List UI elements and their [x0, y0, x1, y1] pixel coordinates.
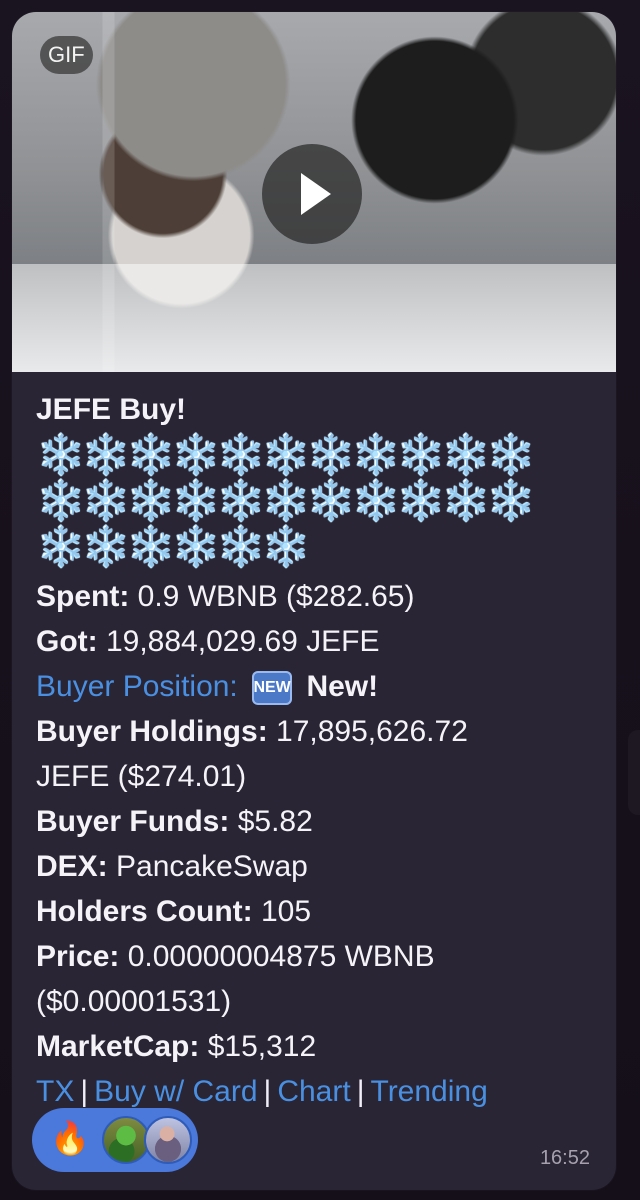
snowflake-icon: ❄️: [216, 479, 266, 523]
price-row-1: Price: 0.00000004875 WBNB: [36, 934, 592, 979]
avatar-person-icon: [144, 1116, 192, 1164]
buyer-holdings-value-line-1: 17,895,626.72: [267, 715, 468, 748]
snowflake-icon: ❄️: [396, 433, 446, 477]
snowflake-row-3: ❄️ ❄️ ❄️ ❄️ ❄️ ❄️: [36, 524, 576, 570]
tx-link[interactable]: TX: [36, 1075, 74, 1108]
got-value: 19,884,029.69 JEFE: [97, 625, 380, 658]
price-row-2: ($0.00001531): [36, 979, 592, 1024]
snowflake-rows: ❄️ ❄️ ❄️ ❄️ ❄️ ❄️ ❄️ ❄️ ❄️ ❄️ ❄️ ❄️ ❄️ ❄…: [36, 432, 576, 570]
buyer-position-label[interactable]: Buyer Position:: [36, 670, 238, 703]
snowflake-icon: ❄️: [171, 525, 221, 569]
spent-label: Spent:: [36, 580, 130, 613]
play-icon[interactable]: [262, 144, 362, 244]
market-cap-row: MarketCap: $15,312: [36, 1024, 592, 1069]
snowflake-icon: ❄️: [126, 433, 176, 477]
snowflake-icon: ❄️: [36, 525, 86, 569]
snowflake-icon: ❄️: [261, 525, 311, 569]
snowflake-icon: ❄️: [126, 479, 176, 523]
buyer-funds-row: Buyer Funds: $5.82: [36, 799, 592, 844]
buyer-holdings-row-1: Buyer Holdings: 17,895,626.72: [36, 709, 592, 754]
avatar-green-character-icon: [102, 1116, 150, 1164]
snowflake-icon: ❄️: [81, 433, 131, 477]
holders-count-label: Holders Count:: [36, 895, 253, 928]
snowflake-icon: ❄️: [486, 479, 536, 523]
snowflake-icon: ❄️: [216, 525, 266, 569]
snowflake-icon: ❄️: [36, 479, 86, 523]
message-bubble: GIF JEFE Buy! ❄️ ❄️ ❄️ ❄️ ❄️ ❄️ ❄️ ❄️ ❄️…: [12, 12, 616, 1190]
snowflake-icon: ❄️: [261, 433, 311, 477]
reaction-chip[interactable]: 🔥: [32, 1108, 198, 1172]
price-value-line-2: ($0.00001531): [36, 985, 232, 1018]
snowflake-icon: ❄️: [486, 433, 536, 477]
message-content: JEFE Buy! ❄️ ❄️ ❄️ ❄️ ❄️ ❄️ ❄️ ❄️ ❄️ ❄️ …: [12, 372, 616, 1114]
snowflake-icon: ❄️: [441, 433, 491, 477]
fire-icon: 🔥: [50, 1120, 90, 1156]
message-title: JEFE Buy!: [36, 393, 187, 426]
gif-media[interactable]: GIF: [12, 12, 616, 372]
message-time: 16:52: [539, 1147, 590, 1169]
link-separator: |: [80, 1075, 89, 1108]
snowflake-icon: ❄️: [81, 525, 131, 569]
buyer-position-value: New!: [298, 670, 379, 703]
gif-badge: GIF: [40, 36, 93, 74]
holders-count-row: Holders Count: 105: [36, 889, 592, 934]
snowflake-icon: ❄️: [171, 479, 221, 523]
buyer-position-row: Buyer Position: NEW New!: [36, 664, 592, 709]
buyer-holdings-label: Buyer Holdings:: [36, 715, 268, 748]
spent-row: Spent: 0.9 WBNB ($282.65): [36, 574, 592, 619]
got-label: Got:: [36, 625, 98, 658]
chart-link[interactable]: Chart: [277, 1075, 350, 1108]
snowflake-icon: ❄️: [216, 433, 266, 477]
snowflake-icon: ❄️: [351, 479, 401, 523]
snowflake-icon: ❄️: [306, 433, 356, 477]
buyer-holdings-value-line-2: JEFE ($274.01): [36, 760, 247, 793]
dex-value: PancakeSwap: [107, 850, 308, 883]
holders-count-value: 105: [252, 895, 312, 928]
snowflake-row-1: ❄️ ❄️ ❄️ ❄️ ❄️ ❄️ ❄️ ❄️ ❄️ ❄️ ❄️: [36, 432, 576, 478]
buyer-funds-label: Buyer Funds:: [36, 805, 230, 838]
link-separator: |: [356, 1075, 365, 1108]
snowflake-icon: ❄️: [351, 433, 401, 477]
snowflake-icon: ❄️: [126, 525, 176, 569]
trending-link[interactable]: Trending: [370, 1075, 487, 1108]
new-badge-icon: NEW: [252, 671, 293, 706]
market-cap-label: MarketCap:: [36, 1030, 200, 1063]
snowflake-icon: ❄️: [261, 479, 311, 523]
side-handle: [628, 730, 640, 815]
buy-with-card-link[interactable]: Buy w/ Card: [94, 1075, 257, 1108]
snowflake-icon: ❄️: [306, 479, 356, 523]
snowflake-icon: ❄️: [81, 479, 131, 523]
got-row: Got: 19,884,029.69 JEFE: [36, 619, 592, 664]
dex-row: DEX: PancakeSwap: [36, 844, 592, 889]
market-cap-value: $15,312: [199, 1030, 317, 1063]
buyer-funds-value: $5.82: [229, 805, 313, 838]
buyer-holdings-row-2: JEFE ($274.01): [36, 754, 592, 799]
snowflake-icon: ❄️: [396, 479, 446, 523]
link-separator: |: [263, 1075, 272, 1108]
snowflake-icon: ❄️: [36, 433, 86, 477]
spent-value: 0.9 WBNB ($282.65): [129, 580, 415, 613]
price-value-line-1: 0.00000004875 WBNB: [119, 940, 435, 973]
snowflake-row-2: ❄️ ❄️ ❄️ ❄️ ❄️ ❄️ ❄️ ❄️ ❄️ ❄️ ❄️: [36, 478, 576, 524]
price-label: Price:: [36, 940, 120, 973]
dex-label: DEX:: [36, 850, 108, 883]
snowflake-icon: ❄️: [441, 479, 491, 523]
snowflake-icon: ❄️: [171, 433, 221, 477]
